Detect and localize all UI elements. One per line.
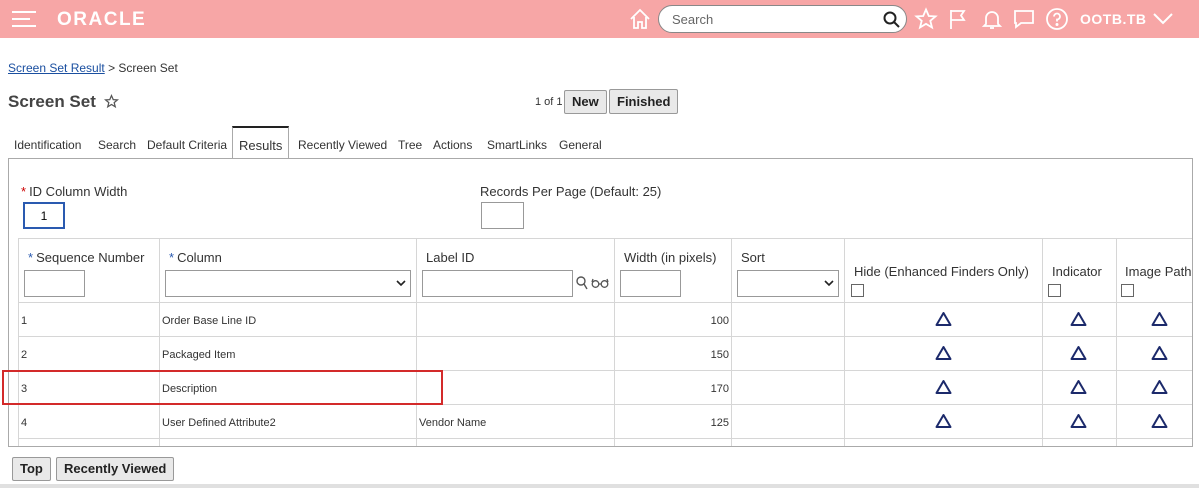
page-title: Screen Set bbox=[8, 92, 96, 111]
triangle-indicator-icon bbox=[935, 312, 952, 326]
help-icon[interactable] bbox=[1045, 7, 1069, 31]
tab-default-criteria[interactable]: Default Criteria bbox=[147, 138, 227, 152]
bottom-scrollbar[interactable] bbox=[0, 484, 1199, 488]
row-4-label-id: Vendor Name bbox=[419, 417, 487, 429]
row-highlight-box bbox=[2, 370, 443, 405]
chevron-down-icon bbox=[396, 280, 406, 287]
triangle-indicator-icon bbox=[1070, 312, 1087, 326]
col-header-column: * Column bbox=[169, 250, 222, 265]
tab-actions[interactable]: Actions bbox=[433, 138, 472, 152]
row-2-column: Packaged Item bbox=[162, 349, 236, 361]
new-button[interactable]: New bbox=[564, 90, 607, 114]
filter-sort-select[interactable] bbox=[737, 270, 839, 297]
triangle-indicator-icon bbox=[935, 414, 952, 428]
results-table: * Sequence Number * Column Label ID Width … bbox=[18, 238, 1192, 446]
filter-label-id-input[interactable] bbox=[422, 270, 573, 297]
triangle-indicator-icon bbox=[1070, 346, 1087, 360]
breadcrumb: Screen Set Result > Screen Set bbox=[8, 61, 178, 75]
filter-sequence-number-input[interactable] bbox=[24, 270, 85, 297]
row-4-column: User Defined Attribute2 bbox=[162, 417, 276, 429]
tab-general[interactable]: General bbox=[559, 138, 602, 152]
triangle-indicator-icon bbox=[1070, 380, 1087, 394]
indicator-filter-checkbox[interactable] bbox=[1048, 284, 1061, 297]
row-1-seq: 1 bbox=[21, 315, 28, 327]
hamburger-menu-icon[interactable] bbox=[12, 11, 36, 27]
tab-tree[interactable]: Tree bbox=[398, 138, 422, 152]
tab-recently-viewed[interactable]: Recently Viewed bbox=[298, 138, 387, 152]
row-1-width: 100 bbox=[710, 315, 729, 327]
messages-icon[interactable] bbox=[1012, 7, 1036, 31]
home-icon[interactable] bbox=[628, 7, 652, 31]
triangle-indicator-icon bbox=[935, 380, 952, 394]
user-name[interactable]: OOTB.TB bbox=[1080, 11, 1147, 27]
global-search[interactable] bbox=[658, 5, 907, 33]
favorite-star-icon[interactable] bbox=[104, 94, 119, 109]
col-header-indicator: Indicator bbox=[1052, 264, 1102, 279]
id-column-width-input[interactable] bbox=[23, 202, 65, 229]
lookup-search-icon[interactable] bbox=[576, 276, 589, 291]
oracle-logo: ORACLE bbox=[57, 9, 147, 30]
records-per-page-input[interactable] bbox=[481, 202, 524, 229]
tab-identification[interactable]: Identification bbox=[14, 138, 81, 152]
search-input[interactable] bbox=[672, 10, 872, 28]
breadcrumb-separator: > bbox=[108, 61, 116, 75]
favorites-star-icon[interactable] bbox=[914, 7, 938, 31]
notifications-bell-icon[interactable] bbox=[980, 7, 1004, 31]
records-per-page-label: Records Per Page (Default: 25) bbox=[480, 184, 662, 199]
row-2-seq: 2 bbox=[21, 349, 28, 361]
row-4-width: 125 bbox=[710, 417, 729, 429]
chevron-down-icon bbox=[824, 280, 834, 287]
top-button[interactable]: Top bbox=[12, 457, 51, 481]
triangle-indicator-icon bbox=[1151, 346, 1168, 360]
triangle-indicator-icon bbox=[1151, 380, 1168, 394]
breadcrumb-current: Screen Set bbox=[118, 61, 178, 75]
col-header-image-path: Image Path bbox=[1125, 264, 1192, 279]
id-column-width-label: * ID Column Width bbox=[21, 184, 128, 199]
view-glasses-icon[interactable] bbox=[591, 278, 609, 288]
col-header-hide: Hide (Enhanced Finders Only) bbox=[854, 264, 1029, 279]
tab-search[interactable]: Search bbox=[98, 138, 136, 152]
row-2-width: 150 bbox=[710, 349, 729, 361]
required-marker: * bbox=[21, 184, 27, 199]
col-header-sort: Sort bbox=[741, 250, 765, 265]
row-4-seq: 4 bbox=[21, 417, 28, 429]
col-header-label-id: Label ID bbox=[426, 250, 475, 265]
filter-width-input[interactable] bbox=[620, 270, 681, 297]
col-header-width: Width (in pixels) bbox=[624, 250, 717, 265]
row-1-column: Order Base Line ID bbox=[162, 315, 257, 327]
triangle-indicator-icon bbox=[1070, 414, 1087, 428]
recently-viewed-button[interactable]: Recently Viewed bbox=[56, 457, 175, 481]
user-menu-chevron-icon[interactable] bbox=[1151, 10, 1175, 28]
search-icon[interactable] bbox=[882, 10, 902, 30]
flag-icon[interactable] bbox=[946, 7, 970, 31]
top-bar: ORACLE OOTB.TB bbox=[0, 0, 1199, 38]
breadcrumb-link-screen-set-result[interactable]: Screen Set Result bbox=[8, 61, 105, 75]
filter-column-select[interactable] bbox=[165, 270, 411, 297]
row-3-width: 170 bbox=[710, 383, 729, 395]
tab-results[interactable]: Results bbox=[232, 126, 290, 160]
triangle-indicator-icon bbox=[1151, 414, 1168, 428]
col-header-sequence-number: * Sequence Number bbox=[28, 250, 145, 265]
record-pager: 1 of 1 bbox=[535, 96, 563, 108]
triangle-indicator-icon bbox=[935, 346, 952, 360]
image-path-filter-checkbox[interactable] bbox=[1121, 284, 1134, 297]
tab-smartlinks[interactable]: SmartLinks bbox=[487, 138, 547, 152]
hide-filter-checkbox[interactable] bbox=[851, 284, 864, 297]
triangle-indicator-icon bbox=[1151, 312, 1168, 326]
finished-button[interactable]: Finished bbox=[609, 89, 679, 114]
